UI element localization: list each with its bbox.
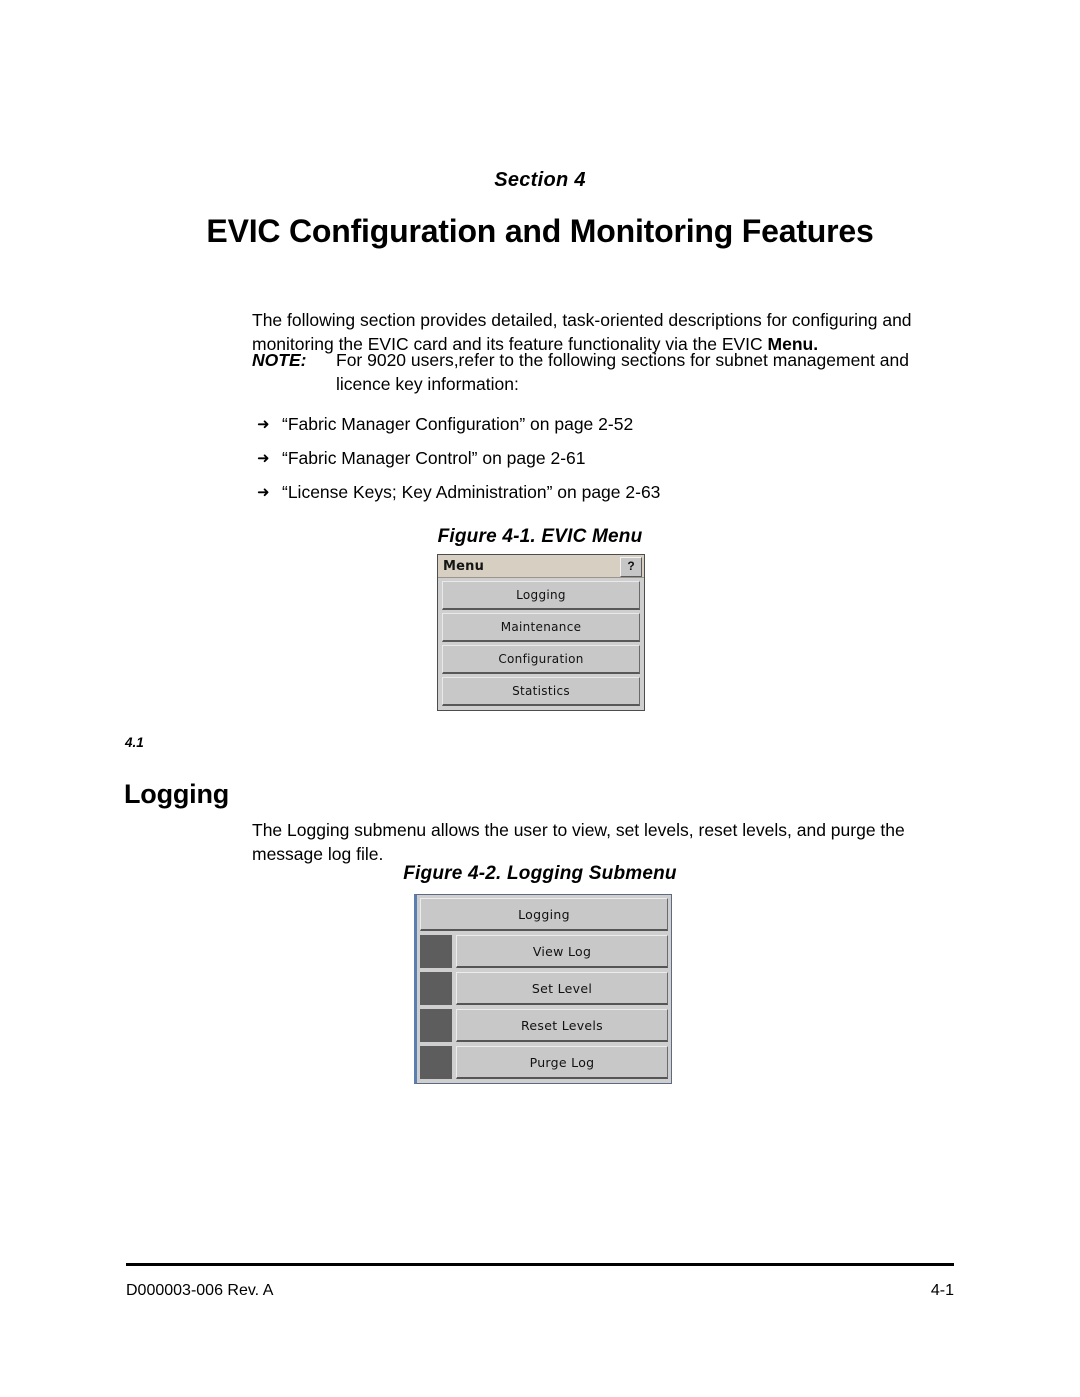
submenu-indent-swatch bbox=[420, 935, 452, 968]
bullet-arrow-icon: ➜ bbox=[257, 416, 270, 433]
menu-button-maintenance[interactable]: Maintenance bbox=[442, 613, 640, 642]
figure-2-caption: Figure 4-2. Logging Submenu bbox=[403, 863, 677, 884]
submenu-indent-swatch bbox=[420, 1009, 452, 1042]
note-block: NOTE: For 9020 users,refer to the follow… bbox=[252, 348, 952, 396]
submenu-button-logging[interactable]: Logging bbox=[420, 898, 668, 931]
submenu-button-view-log[interactable]: View Log bbox=[456, 935, 668, 968]
footer-document-number: D000003-006 Rev. A bbox=[126, 1282, 274, 1299]
submenu-indent-swatch bbox=[420, 972, 452, 1005]
menu-button-logging[interactable]: Logging bbox=[442, 581, 640, 610]
note-label: NOTE: bbox=[252, 350, 307, 370]
bullet-arrow-icon: ➜ bbox=[257, 450, 270, 467]
figure-1-caption: Figure 4-1. EVIC Menu bbox=[437, 526, 643, 547]
evic-menu-button-list: Logging Maintenance Configuration Statis… bbox=[438, 578, 644, 710]
list-item-label: “License Keys; Key Administration” on pa… bbox=[282, 482, 661, 502]
submenu-button-set-level[interactable]: Set Level bbox=[456, 972, 668, 1005]
footer-page-number: 4-1 bbox=[930, 1282, 954, 1299]
footer-divider bbox=[126, 1263, 954, 1266]
submenu-row: View Log bbox=[420, 935, 668, 968]
submenu-button-reset-levels[interactable]: Reset Levels bbox=[456, 1009, 668, 1042]
submenu-row: Set Level bbox=[420, 972, 668, 1005]
logging-submenu-window: Logging View Log Set Level Reset Levels … bbox=[414, 894, 672, 1084]
section-number: 4.1 bbox=[125, 735, 144, 750]
evic-menu-window: Menu ? Logging Maintenance Configuration… bbox=[437, 554, 645, 711]
list-item-label: “Fabric Manager Configuration” on page 2… bbox=[282, 414, 634, 434]
list-item-label: “Fabric Manager Control” on page 2-61 bbox=[282, 448, 586, 468]
page-title: EVIC Configuration and Monitoring Featur… bbox=[206, 213, 874, 250]
list-item[interactable]: ➜ “License Keys; Key Administration” on … bbox=[252, 480, 952, 514]
evic-menu-title: Menu bbox=[443, 558, 485, 574]
menu-button-configuration[interactable]: Configuration bbox=[442, 645, 640, 674]
submenu-header-row: Logging bbox=[420, 898, 668, 931]
document-page: Section 4 EVIC Configuration and Monitor… bbox=[0, 0, 1080, 1397]
help-icon[interactable]: ? bbox=[620, 557, 642, 577]
evic-menu-titlebar: Menu ? bbox=[438, 555, 644, 578]
note-text: For 9020 users,refer to the following se… bbox=[336, 350, 909, 394]
section-heading: Logging bbox=[124, 779, 230, 810]
submenu-indent-swatch bbox=[420, 1046, 452, 1079]
logging-paragraph: The Logging submenu allows the user to v… bbox=[252, 819, 905, 864]
list-item[interactable]: ➜ “Fabric Manager Configuration” on page… bbox=[252, 412, 952, 446]
list-item[interactable]: ➜ “Fabric Manager Control” on page 2-61 bbox=[252, 446, 952, 480]
menu-button-statistics[interactable]: Statistics bbox=[442, 677, 640, 706]
submenu-button-purge-log[interactable]: Purge Log bbox=[456, 1046, 668, 1079]
submenu-row: Purge Log bbox=[420, 1046, 668, 1079]
submenu-row: Reset Levels bbox=[420, 1009, 668, 1042]
bullet-arrow-icon: ➜ bbox=[257, 484, 270, 501]
cross-reference-list: ➜ “Fabric Manager Configuration” on page… bbox=[252, 412, 952, 514]
section-label: Section 4 bbox=[494, 169, 586, 191]
